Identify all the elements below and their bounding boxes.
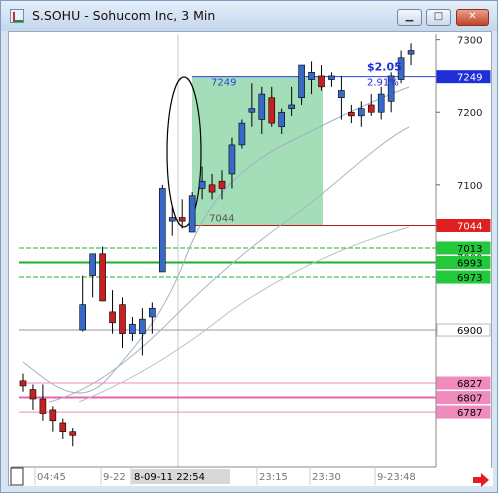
time-axis-band xyxy=(11,468,493,486)
title-bar[interactable]: S.SOHU - Sohucom Inc, 3 Min ▁ □ ✕ xyxy=(1,1,497,31)
time-cursor-label: 8-09-11 22:54 xyxy=(134,472,205,483)
price-tag-label: 6807 xyxy=(457,394,482,405)
candle-body xyxy=(328,75,335,80)
candle-body xyxy=(357,108,365,117)
price-tick-label: 7200 xyxy=(457,108,482,119)
chart-area[interactable]: 72497044$2.052.91%7300720071007000690072… xyxy=(8,31,493,487)
time-tick-label: 9-23:48 xyxy=(377,472,416,483)
candle-body xyxy=(258,93,266,120)
candle-body xyxy=(228,144,236,175)
candle-body xyxy=(149,307,156,318)
candle-body xyxy=(188,195,196,233)
candle-body xyxy=(119,304,126,334)
candle-body xyxy=(367,104,375,113)
candle-body xyxy=(39,398,47,414)
gain-percent-label: 2.91% xyxy=(367,78,399,89)
candle-body xyxy=(139,318,146,334)
time-tick-label: 23:30 xyxy=(312,472,341,483)
price-tag-label: 6787 xyxy=(457,408,482,419)
window-title: S.SOHU - Sohucom Inc, 3 Min xyxy=(32,8,216,23)
candle-body xyxy=(248,108,256,113)
candle xyxy=(99,246,106,302)
candle-body xyxy=(377,93,385,113)
candle-body xyxy=(129,323,136,334)
candle-body xyxy=(288,104,295,109)
candle xyxy=(159,184,166,273)
candle-body xyxy=(99,253,106,302)
candle-body xyxy=(308,71,315,80)
box-low-label: 7044 xyxy=(209,213,234,224)
time-tick-label: 23:15 xyxy=(259,472,288,483)
price-tick-label: 7300 xyxy=(457,36,482,47)
minimize-button[interactable]: ▁ xyxy=(397,9,422,26)
candle-body xyxy=(49,409,57,422)
candle-body xyxy=(29,389,37,400)
candle-body xyxy=(79,304,86,331)
price-tag-label: 7013 xyxy=(457,244,482,255)
chart-window: S.SOHU - Sohucom Inc, 3 Min ▁ □ ✕ 7249 70… xyxy=(0,0,498,493)
price-chart[interactable]: 72497044$2.052.91%7300720071007000690072… xyxy=(9,32,493,487)
close-button[interactable]: ✕ xyxy=(456,9,489,26)
chart-app-icon xyxy=(10,9,24,23)
candle-body xyxy=(59,422,67,432)
candle-body xyxy=(168,217,176,222)
price-tag-label: 6827 xyxy=(457,379,482,390)
candle-body xyxy=(318,75,325,88)
price-tag-label: 7044 xyxy=(457,221,482,232)
candle-body xyxy=(218,180,226,189)
gain-dollar-label: $2.05 xyxy=(367,61,402,74)
price-tag-label: 6900 xyxy=(457,326,482,337)
trade-profit-box xyxy=(192,76,323,226)
candle-body xyxy=(109,311,116,324)
candle-body xyxy=(268,97,276,124)
candle-body xyxy=(198,180,206,189)
maximize-button[interactable]: □ xyxy=(426,9,451,26)
price-tag-label: 6993 xyxy=(457,259,482,270)
price-tick-label: 7100 xyxy=(457,181,482,192)
candle-body xyxy=(159,188,166,273)
scroll-box[interactable] xyxy=(10,467,24,486)
candle-body xyxy=(298,64,305,99)
candle-body xyxy=(278,111,286,128)
candle-body xyxy=(89,253,96,276)
box-high-label: 7249 xyxy=(211,78,236,89)
candle-body xyxy=(338,90,345,99)
price-tag-label: 7249 xyxy=(457,73,482,84)
candle-body xyxy=(348,111,355,117)
candle-body xyxy=(238,122,246,146)
candle-body xyxy=(19,380,27,387)
candle-body xyxy=(407,50,415,55)
time-tick-label: 9-22 xyxy=(103,472,126,483)
candle-body xyxy=(178,217,186,222)
time-tick-label: 04:45 xyxy=(37,472,66,483)
candle-body xyxy=(208,184,216,193)
candle xyxy=(238,119,246,149)
candle xyxy=(188,192,196,233)
price-tag-label: 6973 xyxy=(457,273,482,284)
candle-body xyxy=(69,431,77,436)
